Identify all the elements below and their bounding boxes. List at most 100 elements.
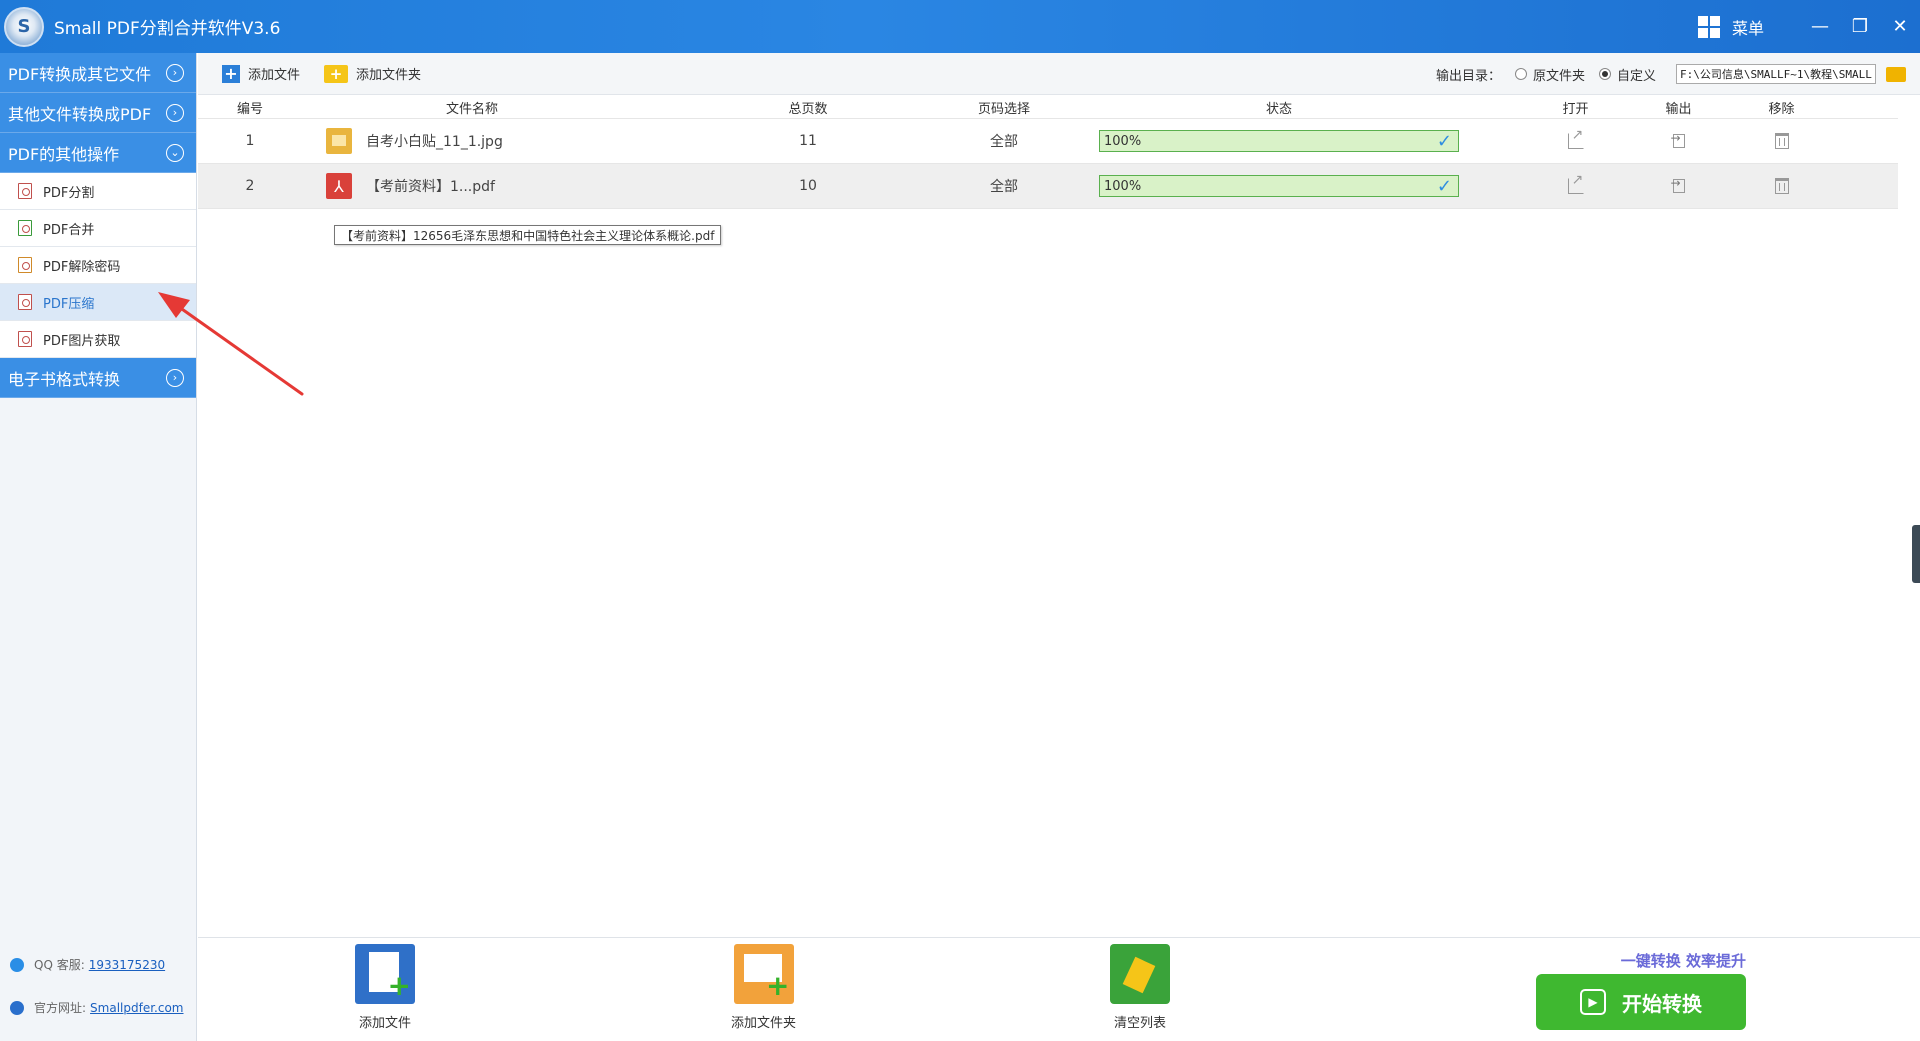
qq-label: QQ 客服:	[34, 958, 85, 972]
table-header: 编号 文件名称 总页数 页码选择 状态 打开 输出 移除	[198, 96, 1898, 119]
toolbar: + 添加文件 + 添加文件夹 输出目录： 原文件夹 自定义	[198, 53, 1920, 95]
radio-original-label: 原文件夹	[1532, 68, 1585, 84]
trash-icon[interactable]	[1774, 133, 1789, 149]
row-output-cell	[1627, 131, 1730, 148]
col-header-status: 状态	[1265, 101, 1292, 117]
sidebar-item-label: PDF图片获取	[43, 333, 121, 349]
minimize-button[interactable]: —	[1800, 0, 1840, 53]
pdf-file-icon	[18, 183, 32, 199]
browser-icon	[10, 1000, 24, 1015]
slogan: 一键转换 效率提升	[1620, 952, 1746, 970]
radio-custom-label: 自定义	[1616, 68, 1656, 84]
add-folder-button[interactable]: + 添加文件夹	[324, 64, 421, 83]
bottom-add-file-button[interactable]: + 添加文件	[355, 944, 415, 1031]
pdf-file-icon	[18, 331, 32, 347]
output-path-input[interactable]	[1676, 64, 1876, 84]
add-folder-icon: +	[324, 64, 349, 83]
side-panel-handle[interactable]	[1912, 525, 1920, 583]
row-name-cell: 自考小白贴_11_1.jpg	[302, 128, 642, 154]
filename-tooltip: 【考前资料】12656毛泽东思想和中国特色社会主义理论体系概论.pdf	[334, 225, 722, 245]
maximize-button[interactable]: ❐	[1840, 0, 1880, 53]
sidebar-section-label: 其他文件转换成PDF	[8, 104, 152, 124]
bottom-add-file-label: 添加文件	[358, 1016, 411, 1031]
row-status-cell: 100% ✓	[1034, 130, 1524, 152]
radio-original-folder[interactable]	[1514, 68, 1527, 80]
sidebar-item-pdf-merge[interactable]: PDF合并	[0, 210, 196, 247]
clear-list-button[interactable]: 清空列表	[1110, 944, 1170, 1031]
trash-icon[interactable]	[1774, 178, 1789, 194]
col-header-remove: 移除	[1768, 101, 1795, 117]
check-icon: ✓	[1436, 175, 1452, 197]
qq-support: QQ 客服: 1933175230	[0, 956, 197, 973]
col-header-range: 页码选择	[977, 101, 1030, 117]
sidebar-item-pdf-unlock[interactable]: PDF解除密码	[0, 247, 196, 284]
sidebar-item-label: PDF分割	[43, 185, 95, 201]
sidebar-item-label: PDF压缩	[43, 296, 95, 312]
close-button[interactable]: ✕	[1880, 0, 1920, 53]
menu-label: 菜单	[1731, 18, 1764, 38]
pdf-file-icon	[18, 220, 32, 236]
add-file-button[interactable]: + 添加文件	[222, 64, 300, 83]
bottom-add-folder-button[interactable]: + 添加文件夹	[731, 944, 796, 1031]
row-remove-cell	[1730, 178, 1833, 194]
add-folder-label: 添加文件夹	[356, 68, 422, 83]
radio-custom-folder[interactable]	[1598, 68, 1611, 80]
open-external-icon[interactable]	[1567, 172, 1584, 194]
sidebar-section-label: PDF的其他操作	[8, 144, 120, 164]
output-dir-label: 输出目录：	[1435, 68, 1501, 84]
add-file-label: 添加文件	[248, 68, 301, 83]
row-pages: 10	[799, 178, 817, 194]
site-label: 官方网址:	[34, 1001, 87, 1015]
progress-bar: 100% ✓	[1099, 175, 1459, 197]
output-icon[interactable]	[1671, 131, 1685, 148]
broom-icon	[1110, 944, 1170, 1004]
check-icon: ✓	[1436, 130, 1452, 152]
table-row[interactable]: 2 ⅄ 【考前资料】1...pdf 10 全部 100% ✓	[198, 164, 1898, 209]
chevron-right-icon: ›	[166, 103, 184, 122]
browse-folder-icon[interactable]	[1886, 66, 1906, 82]
chevron-down-icon: ⌄	[166, 143, 184, 162]
row-file-name: 【考前资料】1...pdf	[366, 179, 495, 195]
menu-button[interactable]: 菜单	[1697, 15, 1764, 39]
start-convert-button[interactable]: ▶ 开始转换	[1536, 974, 1746, 1030]
row-pages: 11	[799, 133, 817, 149]
sidebar-section-pdf-to-other[interactable]: PDF转换成其它文件 ›	[0, 53, 196, 93]
table-row[interactable]: 1 自考小白贴_11_1.jpg 11 全部 100% ✓	[198, 119, 1898, 164]
file-table: 编号 文件名称 总页数 页码选择 状态 打开 输出 移除 1 自考小白贴_11_…	[198, 96, 1898, 209]
row-range-select[interactable]: 全部	[974, 131, 1034, 151]
app-title: Small PDF分割合并软件V3.6	[54, 19, 281, 39]
title-bar-controls: 菜单 — ❐ ✕	[1697, 0, 1920, 53]
row-file-name: 自考小白贴_11_1.jpg	[366, 134, 503, 150]
row-open-cell	[1524, 172, 1627, 194]
progress-bar: 100% ✓	[1099, 130, 1459, 152]
sidebar-item-label: PDF解除密码	[43, 259, 121, 275]
qq-icon	[10, 957, 24, 972]
bottom-bar: + 添加文件 + 添加文件夹 清空列表 一键转换 效率提升 ▶ 开始转换	[198, 937, 1920, 1041]
add-file-icon: +	[355, 944, 415, 1004]
official-site: 官方网址: Smallpdfer.com	[0, 999, 197, 1016]
start-convert-label: 开始转换	[1622, 991, 1702, 1016]
row-remove-cell	[1730, 133, 1833, 149]
pdf-file-icon	[18, 257, 32, 273]
sidebar-section-other-to-pdf[interactable]: 其他文件转换成PDF ›	[0, 93, 196, 133]
sidebar-section-label: PDF转换成其它文件	[8, 64, 152, 84]
col-header-no: 编号	[236, 101, 263, 117]
col-header-output: 输出	[1665, 101, 1692, 117]
col-header-pages: 总页数	[788, 101, 828, 117]
progress-text: 100%	[1104, 178, 1142, 194]
open-external-icon[interactable]	[1567, 127, 1584, 149]
qq-number-link[interactable]: 1933175230	[89, 958, 165, 972]
progress-text: 100%	[1104, 133, 1142, 149]
output-icon[interactable]	[1671, 176, 1685, 193]
row-range-select[interactable]: 全部	[974, 176, 1034, 196]
site-link[interactable]: Smallpdfer.com	[90, 1001, 183, 1015]
row-no: 1	[245, 133, 255, 149]
output-directory: 输出目录： 原文件夹 自定义	[1436, 53, 1920, 95]
col-header-name: 文件名称	[445, 101, 498, 117]
pdf-file-icon	[18, 294, 32, 310]
sidebar: PDF转换成其它文件 › 其他文件转换成PDF › PDF的其他操作 ⌄ PDF…	[0, 53, 197, 1041]
col-header-open: 打开	[1562, 101, 1589, 117]
sidebar-item-pdf-split[interactable]: PDF分割	[0, 173, 196, 210]
sidebar-section-pdf-other-ops[interactable]: PDF的其他操作 ⌄	[0, 133, 196, 173]
grid-menu-icon	[1697, 15, 1720, 38]
